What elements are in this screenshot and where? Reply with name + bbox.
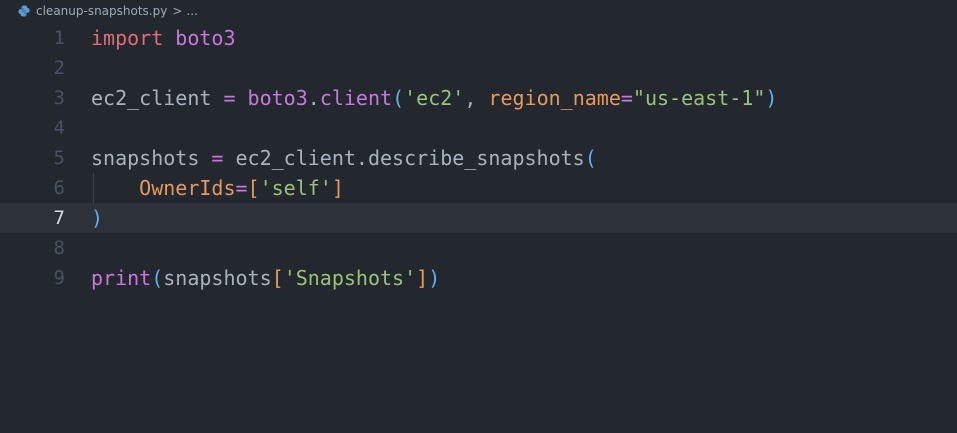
code-token: 'Snapshots' <box>283 266 417 290</box>
code-token: ec2_client <box>91 86 212 110</box>
code-token: "us-east-1" <box>632 86 766 110</box>
code-token: describe_snapshots <box>367 146 585 170</box>
code-line[interactable]: 7) <box>0 203 957 233</box>
code-token: , <box>464 86 489 110</box>
code-line[interactable]: 6 OwnerIds=['self'] <box>0 173 957 203</box>
code-line[interactable]: 5 snapshots = ec2_client.describe_snapsho… <box>0 143 957 173</box>
code-token: . <box>355 146 368 170</box>
code-token: 'ec2' <box>404 86 465 110</box>
chevron-right-icon: > <box>172 4 183 18</box>
code-token: ( <box>151 266 164 290</box>
code-token: = <box>199 146 236 170</box>
code-text: print(snapshots['Snapshots']) <box>91 263 440 293</box>
code-token: ] <box>416 266 429 290</box>
code-token: [ <box>271 266 284 290</box>
code-token: snapshots <box>163 266 272 290</box>
line-number: 9 <box>53 267 65 289</box>
code-token: boto3 <box>247 86 308 110</box>
line-number: 1 <box>53 27 65 49</box>
indent-guide <box>93 173 94 203</box>
code-token: client <box>319 86 393 110</box>
line-number: 2 <box>53 57 65 79</box>
code-text: snapshots = ec2_client.describe_snapshot… <box>91 143 597 173</box>
code-token: ) <box>428 266 441 290</box>
code-token: boto3 <box>175 26 236 50</box>
code-token: ( <box>584 146 597 170</box>
line-number: 5 <box>53 147 65 169</box>
code-token: = <box>620 86 633 110</box>
code-token: = <box>211 86 248 110</box>
code-token: [ <box>247 176 260 200</box>
code-token: ( <box>392 86 405 110</box>
code-token: print <box>91 266 152 290</box>
breadcrumb-more[interactable]: ... <box>186 4 197 18</box>
code-token: region_name <box>488 86 621 110</box>
code-line[interactable]: 2 <box>0 53 957 83</box>
code-token: ] <box>331 176 344 200</box>
code-text: ec2_client = boto3.client('ec2', region_… <box>91 83 777 113</box>
code-token: snapshots <box>91 146 200 170</box>
code-token: . <box>307 86 320 110</box>
code-text: ) <box>91 203 103 233</box>
code-token: = <box>235 176 248 200</box>
code-text: import boto3 <box>91 23 236 53</box>
code-token: ) <box>765 86 778 110</box>
code-token: ) <box>91 206 104 230</box>
line-number: 3 <box>53 87 65 109</box>
code-line[interactable]: 3 ec2_client = boto3.client('ec2', region… <box>0 83 957 113</box>
breadcrumb-file[interactable]: cleanup-snapshots.py <box>36 4 167 18</box>
code-line[interactable]: 8 <box>0 233 957 263</box>
python-icon <box>18 5 30 17</box>
code-token: OwnerIds <box>139 176 236 200</box>
line-number: 8 <box>53 237 65 259</box>
code-line[interactable]: 4 <box>0 113 957 143</box>
code-line[interactable]: 1 import boto3 <box>0 23 957 53</box>
line-number: 6 <box>53 177 65 199</box>
code-text: OwnerIds=['self'] <box>91 173 344 203</box>
line-number: 7 <box>53 207 65 229</box>
code-token: import <box>91 26 164 50</box>
code-token: ec2_client <box>235 146 356 170</box>
code-line[interactable]: 9 print(snapshots['Snapshots']) <box>0 263 957 293</box>
breadcrumb: cleanup-snapshots.py > ... <box>0 0 957 22</box>
line-number: 4 <box>53 117 65 139</box>
code-editor[interactable]: 1 import boto3 2 3 ec2_client = boto3.client… <box>0 22 957 433</box>
code-token: 'self' <box>259 176 332 200</box>
